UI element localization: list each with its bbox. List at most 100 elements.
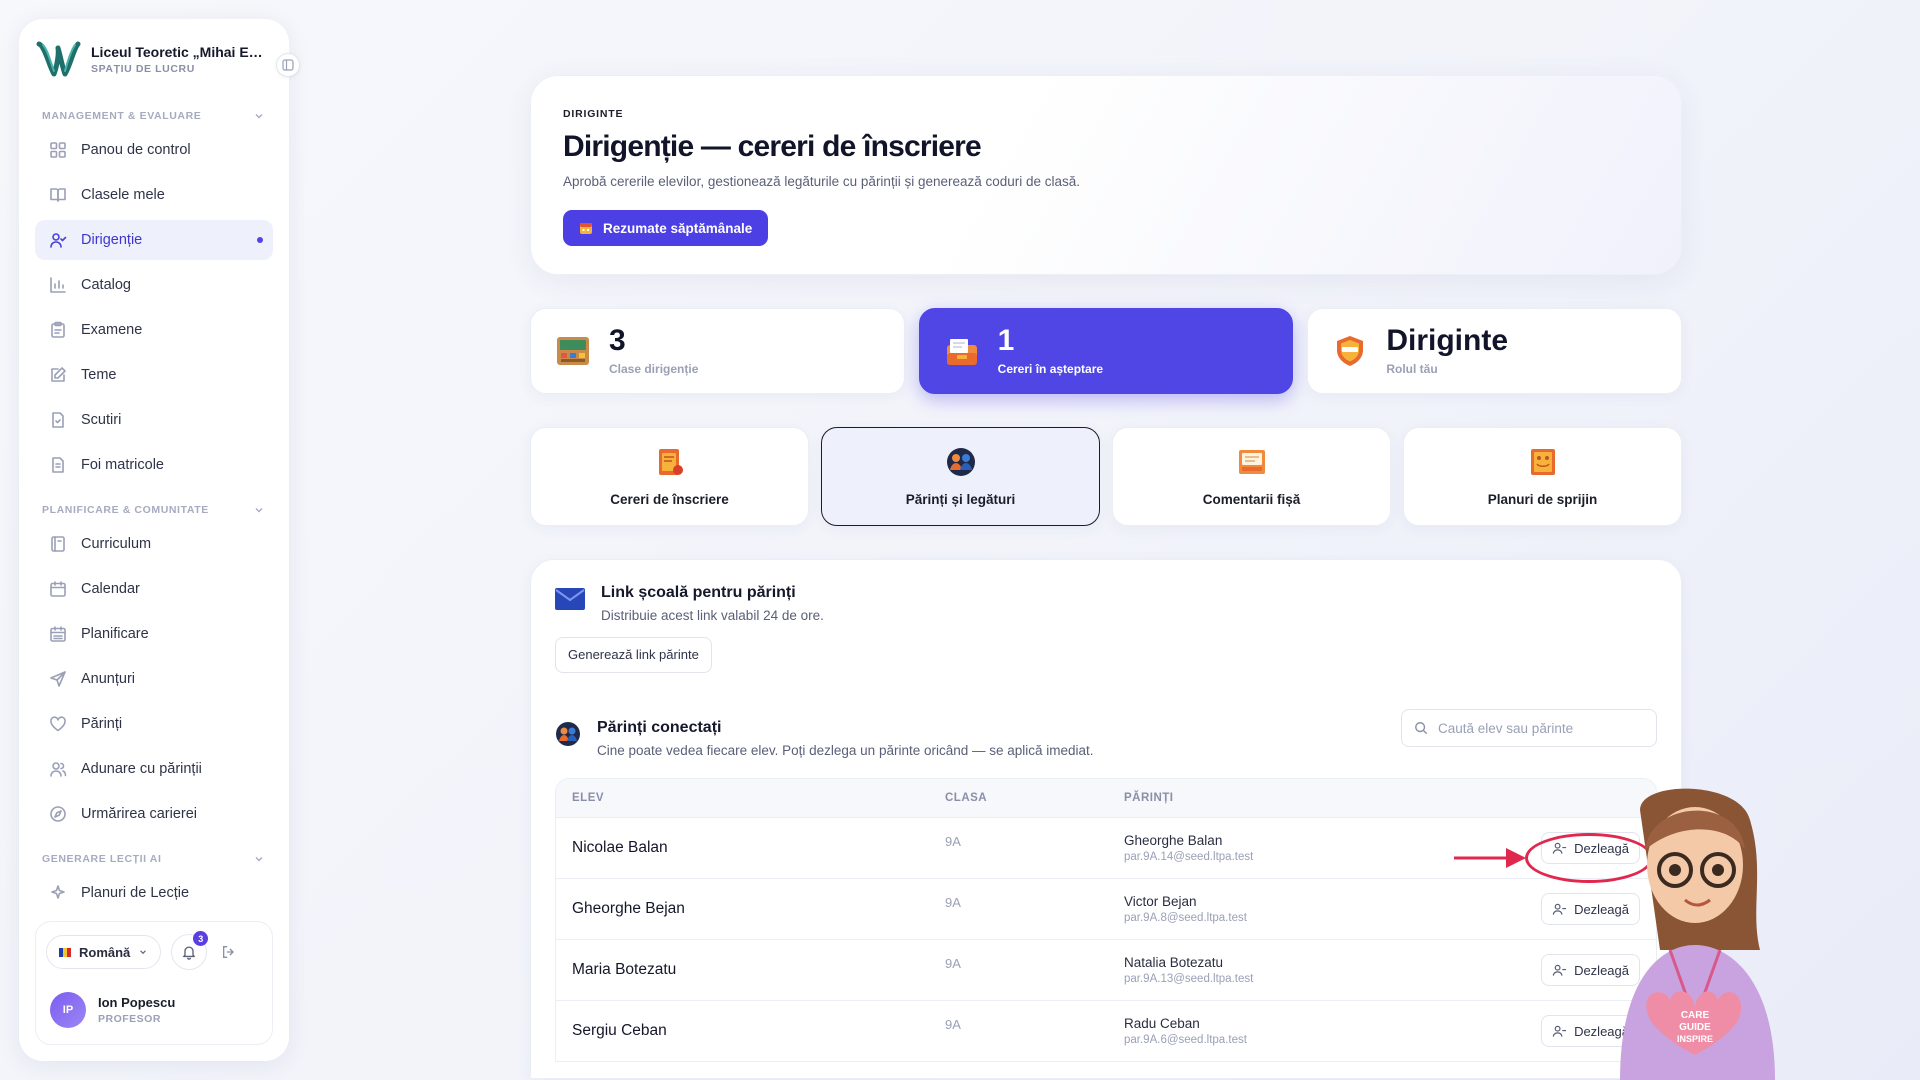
page-title: Dirigenție — cereri de înscriere [563, 130, 982, 163]
notifications-button[interactable]: 3 [171, 931, 209, 970]
sidebar-item-panou-de-control[interactable]: Panou de control [35, 130, 273, 170]
sidebar-item-catalog[interactable]: Catalog [35, 265, 273, 305]
sidebar-item-examene[interactable]: Examene [35, 310, 273, 350]
dashboard-icon [50, 142, 66, 158]
class-cell: 9A [945, 956, 961, 971]
sidebar-footer: Română 3 IP Ion Popescu PROFESOR [35, 921, 273, 1045]
notebook-icon [51, 536, 65, 552]
student-name: Gheorghe Bejan [572, 900, 685, 917]
sidebar-item-label: Catalog [81, 277, 131, 293]
sidebar-item-anunturi[interactable]: Anunțuri [35, 659, 273, 699]
column-header-parinti: PĂRINȚI [1124, 792, 1174, 804]
student-name: Nicolae Balan [572, 839, 668, 856]
sidebar-item-label: Planificare [81, 626, 149, 642]
annotation-arrow-icon [1454, 848, 1526, 868]
edit-icon [51, 367, 66, 382]
sidebar-item-scutiri[interactable]: Scutiri [35, 400, 273, 440]
chevron-down-icon [255, 114, 263, 119]
classroom-icon [557, 337, 589, 365]
mascot-badge-line: GUIDE [1679, 1022, 1711, 1033]
parents-table: ELEV CLASA PĂRINȚI Nicolae Balan 9A Gheo… [555, 778, 1657, 1062]
sidebar-item-label: Teme [81, 367, 117, 383]
sidebar-item-foi-matricole[interactable]: Foi matricole [35, 445, 273, 485]
connected-parents-description: Cine poate vedea fiecare elev. Poți dezl… [597, 743, 1094, 758]
section-management-header[interactable]: MANAGEMENT & EVALUARE [35, 96, 273, 130]
calendar-emoji-icon [580, 223, 592, 234]
bell-icon [183, 946, 196, 960]
section-planificare-header[interactable]: PLANIFICARE & COMUNITATE [35, 490, 273, 524]
sidebar-item-parinti[interactable]: Părinți [35, 704, 273, 744]
stat-card-classes: 3 Clase dirigenție [530, 308, 905, 394]
page-header: DIRIGINTE Dirigenție — cereri de înscrie… [530, 75, 1682, 275]
bar-chart-icon [50, 277, 66, 293]
stat-value: Diriginte [1386, 324, 1509, 357]
user-name: Ion Popescu [98, 995, 176, 1010]
tab-label: Părinți și legături [905, 492, 1016, 507]
avatar: IP [50, 992, 86, 1028]
language-select[interactable]: Română [46, 935, 162, 969]
calendar-icon [50, 581, 66, 597]
school-link-section: Link școală pentru părinți Distribuie ac… [555, 584, 1657, 623]
user-check-icon [50, 233, 67, 248]
table-row: Gheorghe Bejan 9A Victor Bejan par.9A.8@… [556, 878, 1656, 939]
mascot-badge-line: INSPIRE [1677, 1034, 1713, 1044]
tab-planuri-de-sprijin[interactable]: Planuri de sprijin [1403, 427, 1682, 526]
weekly-summaries-button[interactable]: Rezumate săptămânale [563, 210, 769, 246]
file-text-icon [52, 457, 64, 473]
parent-name: Radu Ceban [1124, 1016, 1200, 1031]
tab-parinti-si-legaturi[interactable]: Părinți și legături [821, 427, 1100, 526]
sidebar-item-label: Calendar [81, 581, 140, 597]
sidebar-item-label: Scutiri [81, 412, 122, 428]
stat-card-pending-requests: 1 Cereri în așteptare [918, 308, 1294, 394]
sidebar-item-urmarirea-carierei[interactable]: Urmărirea carierei [35, 794, 273, 834]
sidebar-item-dirigentie[interactable]: Dirigenție [35, 220, 273, 260]
sidebar-item-planificare[interactable]: Planificare [35, 614, 273, 654]
sidebar-item-clasele-mele[interactable]: Clasele mele [35, 175, 273, 215]
chevron-down-icon [140, 950, 147, 955]
weekly-summaries-label: Rezumate săptămânale [603, 220, 753, 236]
workspace-label: SPAȚIU DE LUCRU [91, 62, 195, 75]
tab-label: Planuri de sprijin [1487, 492, 1598, 507]
stat-label: Rolul tău [1386, 362, 1438, 376]
table-row: Maria Botezatu 9A Natalia Botezatu par.9… [556, 939, 1656, 1000]
search-box[interactable] [1401, 709, 1657, 747]
sidebar-item-label: Curriculum [81, 536, 152, 552]
tab-cereri-de-inscriere[interactable]: Cereri de înscriere [530, 427, 809, 526]
clipboard-icon [51, 321, 65, 338]
file-check-icon [52, 412, 64, 428]
chevron-down-icon [255, 508, 263, 513]
romania-flag-icon [59, 947, 71, 957]
search-input[interactable] [1438, 720, 1638, 736]
sidebar-item-teme[interactable]: Teme [35, 355, 273, 395]
sidebar-item-label: Anunțuri [81, 671, 136, 687]
inbox-icon [946, 339, 977, 365]
sparkles-icon [51, 885, 65, 899]
page-eyebrow: DIRIGINTE [563, 108, 624, 120]
connected-parents-header: Părinți conectați Cine poate vedea fieca… [555, 709, 1657, 758]
collapse-sidebar-button[interactable] [276, 53, 300, 77]
section-ai-header[interactable]: GENERARE LECȚII AI [35, 839, 273, 873]
sidebar-item-calendar[interactable]: Calendar [35, 569, 273, 609]
section-title: MANAGEMENT & EVALUARE [42, 110, 202, 122]
parent-email: par.9A.6@seed.ltpa.test [1124, 1034, 1247, 1046]
family-icon [946, 448, 975, 476]
connected-parents-title: Părinți conectați [597, 719, 722, 736]
logout-button[interactable] [217, 940, 241, 964]
parent-email: par.9A.13@seed.ltpa.test [1124, 973, 1254, 985]
calendar-grid-icon [50, 626, 66, 642]
user-profile[interactable]: IP Ion Popescu PROFESOR [46, 986, 262, 1034]
sidebar-item-curriculum[interactable]: Curriculum [35, 524, 273, 564]
sidebar-item-planuri-de-lectie[interactable]: Planuri de Lecție [35, 873, 273, 913]
envelope-icon [555, 588, 585, 610]
logout-icon [223, 946, 235, 958]
tab-comentarii-fisa[interactable]: Comentarii fișă [1112, 427, 1391, 526]
stats-row: 3 Clase dirigenție 1 Cereri în așteptare… [530, 308, 1683, 394]
generate-parent-link-button[interactable]: Generează link părinte [555, 637, 712, 673]
sidebar-item-label: Urmărirea carierei [81, 806, 198, 822]
page-description: Aprobă cererile elevilor, gestionează le… [563, 174, 1081, 189]
parents-panel: Link școală pentru părinți Distribuie ac… [530, 559, 1682, 1079]
stat-label: Cereri în așteptare [997, 362, 1104, 376]
table-row: Sergiu Ceban 9A Radu Ceban par.9A.6@seed… [556, 1000, 1656, 1061]
user-unlink-icon [1552, 1025, 1567, 1037]
sidebar-item-adunare-cu-parintii[interactable]: Adunare cu părinții [35, 749, 273, 789]
